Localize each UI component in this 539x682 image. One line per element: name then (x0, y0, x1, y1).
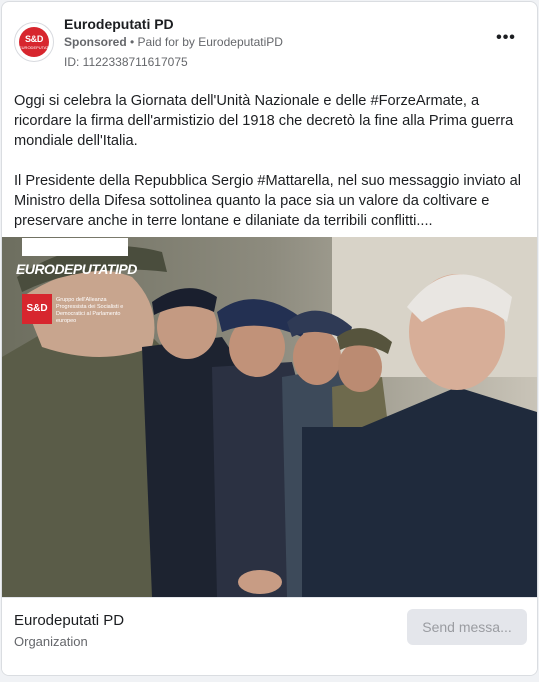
avatar-logo-text: S&D (24, 34, 44, 44)
avatar-badge: S&D EURODEPUTATIPD (19, 27, 54, 57)
image-overlay-sd-badge: S&D (22, 294, 52, 324)
ad-photo (2, 237, 537, 597)
ad-image[interactable]: EURODEPUTATIPD S&D Gruppo dell'Alleanza … (2, 237, 537, 597)
footer-page-name[interactable]: Eurodeputati PD (14, 612, 124, 629)
ad-id: ID: 1122338711617075 (64, 55, 188, 69)
page-name-link[interactable]: Eurodeputati PD (64, 16, 174, 32)
footer-page-type: Organization (14, 634, 88, 649)
sponsored-label: Sponsored (64, 35, 127, 49)
sponsored-line: Sponsored • Paid for by EurodeputatiPD (64, 35, 283, 49)
body-paragraph: Oggi si celebra la Giornata dell'Unità N… (14, 93, 514, 149)
paid-for-label: • Paid for by (126, 35, 199, 49)
image-overlay-band (22, 238, 128, 256)
image-overlay-logo: EURODEPUTATIPD (16, 261, 137, 277)
body-paragraph: Il Presidente della Repubblica Sergio #M… (14, 173, 522, 229)
ad-footer: Eurodeputati PD Organization Send messa.… (2, 597, 537, 675)
payer-name: EurodeputatiPD (198, 35, 283, 49)
image-overlay-sd-caption: Gruppo dell'Alleanza Progressista dei So… (56, 297, 124, 324)
ad-card: S&D EURODEPUTATIPD Eurodeputati PD Spons… (1, 1, 538, 676)
send-message-button[interactable]: Send messa... (407, 609, 527, 645)
ad-header: S&D EURODEPUTATIPD Eurodeputati PD Spons… (2, 2, 537, 82)
more-options-button[interactable]: ••• (492, 30, 520, 50)
ad-body: Oggi si celebra la Giornata dell'Unità N… (14, 91, 529, 231)
page-avatar[interactable]: S&D EURODEPUTATIPD (14, 22, 54, 62)
avatar-logo-subtext: EURODEPUTATIPD (19, 45, 54, 50)
